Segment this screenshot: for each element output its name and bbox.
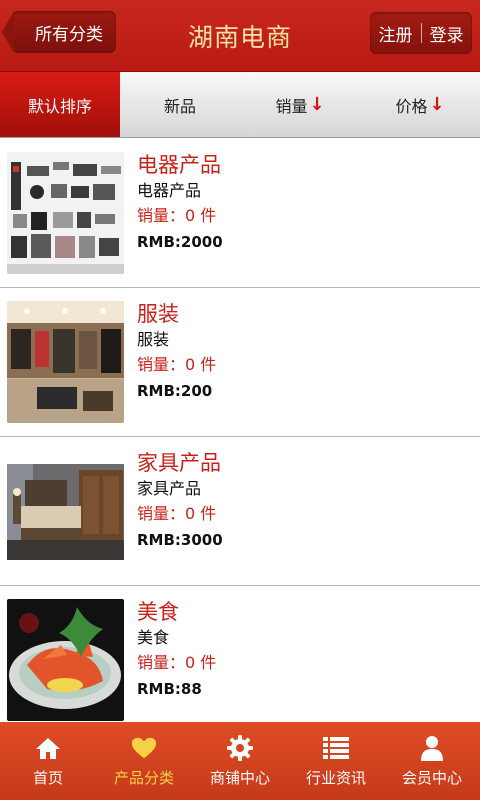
gear-icon	[227, 734, 253, 761]
product-price: RMB:3000	[137, 531, 223, 549]
list-icon	[323, 735, 349, 761]
nav-label: 会员中心	[401, 768, 462, 787]
product-image-electronics[interactable]	[7, 152, 124, 274]
product-image-food[interactable]	[7, 599, 124, 721]
product-item[interactable]: 家具产品 家具产品 销量：0 件 RMB:3000	[0, 437, 480, 586]
product-subtitle: 电器产品	[137, 181, 202, 200]
auth-divider	[420, 23, 422, 43]
product-price: RMB:2000	[137, 233, 223, 251]
home-icon	[35, 735, 61, 761]
product-subtitle: 家具产品	[137, 479, 202, 498]
product-name[interactable]: 家具产品	[137, 449, 223, 477]
nav-home[interactable]: 首页	[0, 722, 96, 800]
nav-product-categories[interactable]: 产品分类	[96, 722, 192, 800]
product-subtitle: 美食	[137, 628, 170, 647]
product-name[interactable]: 美食	[137, 598, 216, 626]
nav-member-center[interactable]: 会员中心	[384, 722, 480, 800]
nav-label: 首页	[32, 768, 63, 787]
nav-shop-center[interactable]: 商铺中心	[192, 722, 288, 800]
product-sales: 销量：0 件	[137, 504, 217, 523]
tab-label: 新品	[163, 96, 196, 116]
product-info: 电器产品 电器产品 销量：0 件 RMB:2000	[137, 151, 223, 255]
nav-industry-news[interactable]: 行业资讯	[288, 722, 384, 800]
page-title: 湖南电商	[187, 23, 292, 52]
product-image-furniture[interactable]	[7, 450, 124, 572]
product-name[interactable]: 服装	[137, 300, 216, 328]
tab-label: 价格	[395, 96, 428, 116]
tab-default-sort[interactable]: 默认排序	[0, 72, 120, 137]
nav-label: 商铺中心	[209, 768, 270, 787]
tab-price[interactable]: 价格 ↓	[360, 72, 480, 137]
bottom-navigation: 首页 产品分类 商铺中心 行业资讯 会员中心	[0, 722, 480, 800]
nav-label: 行业资讯	[305, 768, 366, 787]
product-item[interactable]: 服装 服装 销量：0 件 RMB:200	[0, 288, 480, 437]
tab-label: 销量	[275, 96, 308, 116]
product-subtitle: 服装	[137, 330, 170, 349]
tab-label: 默认排序	[27, 96, 92, 116]
product-info: 服装 服装 销量：0 件 RMB:200	[137, 300, 216, 404]
top-header: 所有分类 湖南电商 注册 登录	[0, 0, 480, 72]
tab-sales[interactable]: 销量 ↓	[240, 72, 360, 137]
register-button[interactable]: 注册	[379, 21, 413, 46]
product-info: 家具产品 家具产品 销量：0 件 RMB:3000	[137, 449, 223, 553]
product-name[interactable]: 电器产品	[137, 151, 223, 179]
product-sales: 销量：0 件	[137, 206, 217, 225]
product-sales: 销量：0 件	[137, 653, 217, 672]
auth-button-group: 注册 登录	[370, 12, 472, 54]
product-price: RMB:200	[137, 382, 213, 400]
product-sales: 销量：0 件	[137, 355, 217, 374]
all-categories-back-button[interactable]: 所有分类	[2, 11, 116, 53]
tab-new-products[interactable]: 新品	[120, 72, 240, 137]
product-list: 电器产品 电器产品 销量：0 件 RMB:2000 服装 服装 销量：0 件 R…	[0, 139, 480, 735]
sort-tabs: 默认排序 新品 销量 ↓ 价格 ↓	[0, 72, 480, 138]
product-image-clothing[interactable]	[7, 301, 124, 423]
user-icon	[419, 735, 445, 761]
product-item[interactable]: 电器产品 电器产品 销量：0 件 RMB:2000	[0, 139, 480, 288]
sort-down-arrow-icon: ↓	[309, 94, 325, 115]
product-info: 美食 美食 销量：0 件 RMB:88	[137, 598, 216, 702]
sort-down-arrow-icon: ↓	[429, 94, 445, 115]
product-item[interactable]: 美食 美食 销量：0 件 RMB:88	[0, 586, 480, 735]
heart-icon	[131, 735, 157, 761]
product-price: RMB:88	[137, 680, 202, 698]
login-button[interactable]: 登录	[430, 21, 464, 46]
back-button-label: 所有分类	[35, 24, 103, 45]
nav-label: 产品分类	[113, 768, 174, 787]
